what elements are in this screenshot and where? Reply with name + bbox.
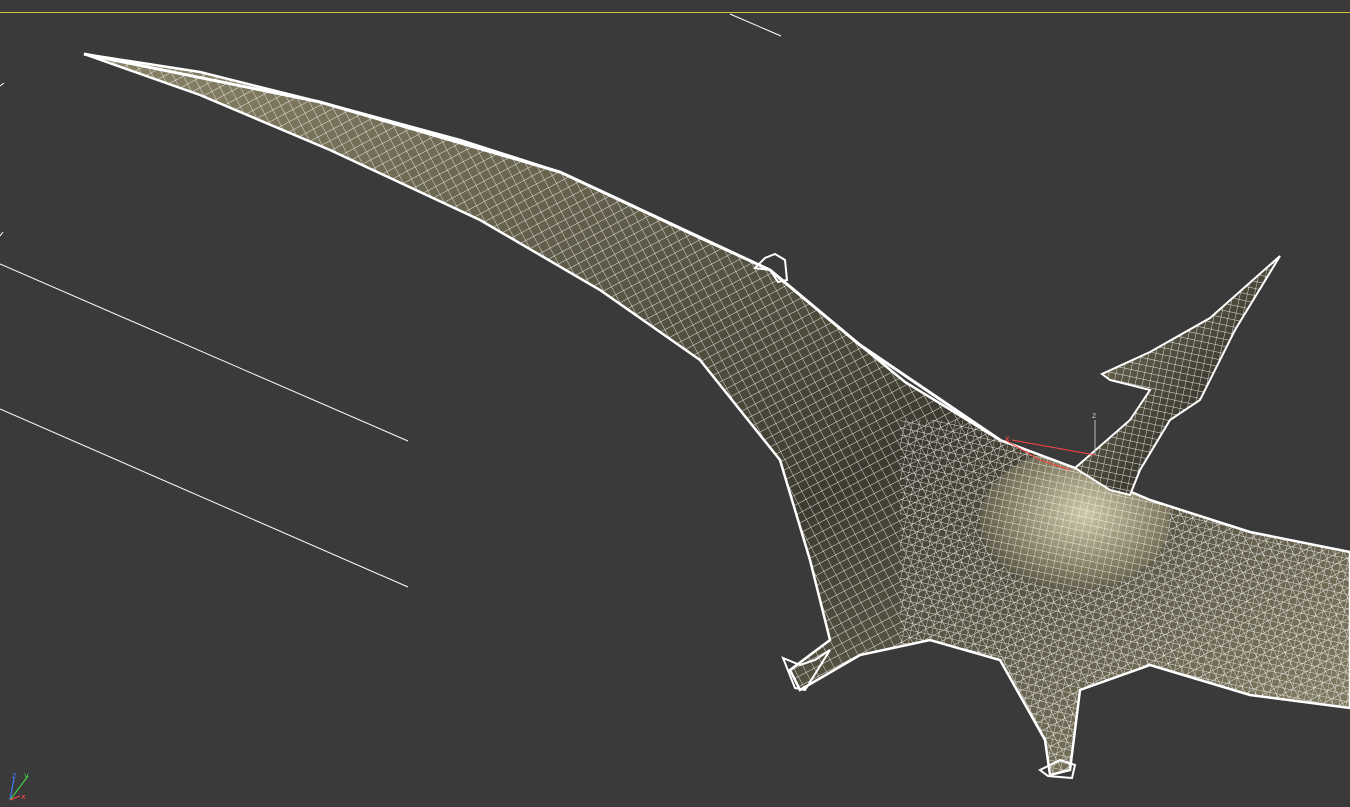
view-axis-x-label: x <box>21 792 26 801</box>
3d-viewport[interactable]: z x z y x <box>0 0 1350 807</box>
gizmo-z-label: z <box>1092 411 1096 420</box>
viewport-scene[interactable]: z x z y x <box>0 0 1350 807</box>
view-axis-z-label: z <box>12 771 16 780</box>
gizmo-x-label: x <box>1005 434 1010 443</box>
view-axis-y-label: y <box>24 771 29 780</box>
pterosaur-model[interactable] <box>0 0 1350 807</box>
view-axis-tripod: z y x <box>9 771 29 801</box>
